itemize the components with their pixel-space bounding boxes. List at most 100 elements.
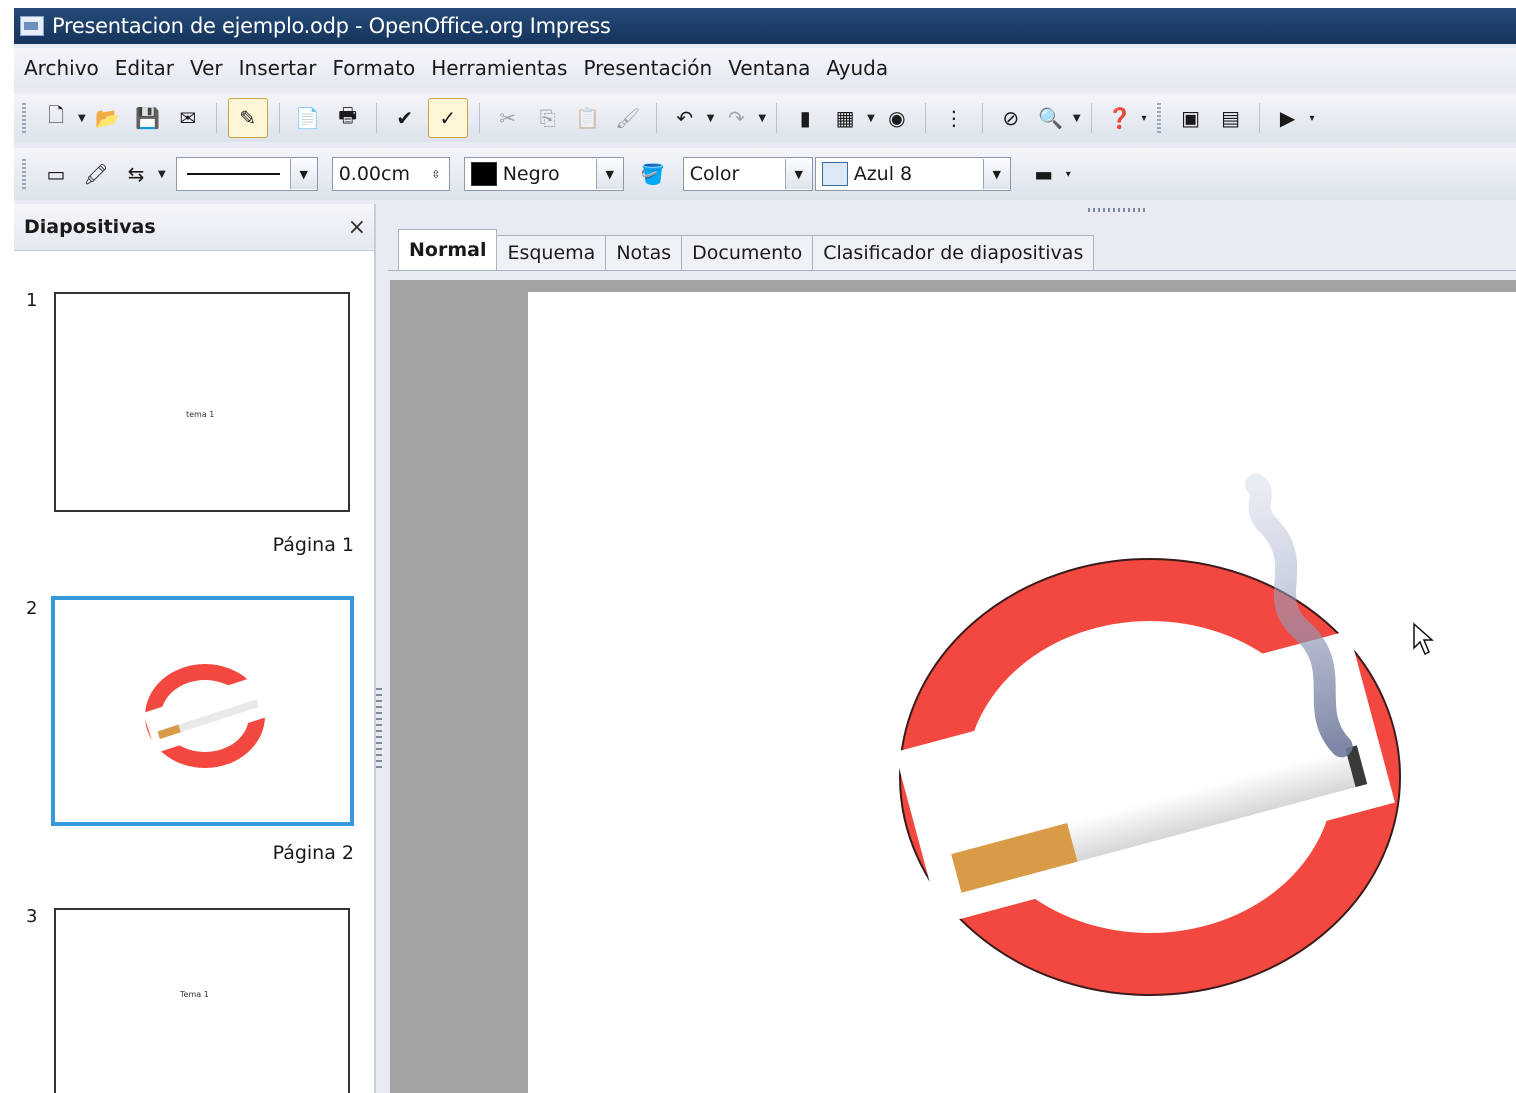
menu-herramientas[interactable]: Herramientas — [431, 56, 567, 80]
undo-icon[interactable]: ↶ — [668, 101, 702, 135]
zoom-icon[interactable]: 🔍 — [1034, 101, 1068, 135]
pane-splitter-handle[interactable] — [376, 688, 382, 768]
line-width-value: 0.00cm — [338, 163, 410, 185]
tab-esquema[interactable]: Esquema — [496, 235, 607, 270]
application-window: Presentacion de ejemplo.odp - OpenOffice… — [14, 8, 1516, 1093]
line-color-value: Negro — [502, 163, 560, 185]
menu-editar[interactable]: Editar — [115, 56, 174, 80]
new-document-icon[interactable]: 🗋 — [39, 101, 73, 135]
toolbar-grip[interactable] — [1156, 103, 1161, 133]
copy-icon[interactable]: ⎘ — [531, 101, 565, 135]
chart-icon[interactable]: ▮ — [788, 101, 822, 135]
shadow-icon[interactable]: ▬ — [1027, 157, 1061, 191]
tab-documento[interactable]: Documento — [681, 235, 814, 270]
glue-points-icon[interactable]: ▭ — [39, 157, 73, 191]
spin-arrows-icon[interactable]: ⇳ — [423, 159, 449, 189]
menu-presentacion[interactable]: Presentación — [583, 56, 712, 80]
slide-number: 2 — [26, 598, 38, 619]
tab-clasificador[interactable]: Clasificador de diapositivas — [812, 235, 1095, 270]
area-color-select[interactable]: Azul 8 ▼ — [814, 157, 1011, 191]
print-icon[interactable]: 🖶 — [331, 101, 365, 135]
chevron-down-icon[interactable]: ▼ — [595, 159, 623, 189]
arrow-style-dropdown-arrow[interactable]: ▼ — [158, 169, 166, 180]
new-dropdown-arrow[interactable]: ▼ — [78, 113, 86, 124]
slide-label-1: Página 1 — [272, 534, 354, 556]
toolbar-separator — [478, 103, 480, 133]
toolbar-separator — [655, 103, 657, 133]
line-width-spinbox[interactable]: 0.00cm ⇳ — [331, 157, 450, 191]
slides-pane-title: Diapositivas — [24, 216, 156, 238]
fontwork-gallery-icon[interactable]: ◉ — [880, 101, 914, 135]
document-area: Normal Esquema Notas Documento Clasifica… — [388, 204, 1516, 1093]
no-smoking-sign[interactable] — [528, 292, 1516, 1093]
autospellcheck-icon[interactable]: ✓ — [427, 98, 468, 138]
edit-canvas[interactable] — [390, 280, 1516, 1093]
line-style-select[interactable]: ▼ — [175, 157, 318, 191]
slide-show-icon[interactable]: ▶ — [1271, 101, 1305, 135]
line-style-icon[interactable]: 🖍 — [79, 157, 113, 191]
area-color-value: Azul 8 — [853, 163, 913, 185]
line-color-select[interactable]: Negro ▼ — [463, 157, 624, 191]
toolbar-overflow-arrow[interactable]: ▾ — [1066, 169, 1071, 180]
format-paintbrush-icon[interactable]: 🖌 — [611, 101, 645, 135]
slides-pane: Diapositivas × 1 tema 1 Página 1 2 Págin… — [14, 204, 376, 1093]
menu-ayuda[interactable]: Ayuda — [826, 56, 888, 80]
slide-page[interactable] — [528, 292, 1516, 1093]
redo-icon[interactable]: ↷ — [719, 101, 753, 135]
menu-insertar[interactable]: Insertar — [239, 56, 317, 80]
display-views-icon[interactable]: ▣ — [1174, 101, 1208, 135]
slide-thumbnail-2[interactable] — [51, 596, 354, 826]
arrow-style-icon[interactable]: ⇆ — [119, 157, 153, 191]
impress-app-icon — [20, 16, 44, 36]
menu-ver[interactable]: Ver — [190, 56, 223, 80]
paste-icon[interactable]: 📋 — [571, 101, 605, 135]
table-icon[interactable]: ▦ — [828, 101, 862, 135]
redo-dropdown-arrow[interactable]: ▼ — [758, 113, 766, 124]
slide-thumbnail-3[interactable]: Tema 1 — [54, 908, 350, 1093]
menu-bar: Archivo Editar Ver Insertar Formato Herr… — [14, 48, 1516, 88]
zoom-dropdown-arrow[interactable]: ▼ — [1073, 113, 1081, 124]
slide-number: 3 — [26, 906, 38, 927]
toolbar-dock-handle[interactable] — [1088, 208, 1148, 212]
export-pdf-icon[interactable]: 📄 — [291, 101, 325, 135]
menu-archivo[interactable]: Archivo — [24, 56, 99, 80]
area-fill-icon[interactable]: 🪣 — [636, 157, 670, 191]
mouse-pointer-icon — [1413, 622, 1434, 656]
toolbar-grip[interactable] — [22, 103, 26, 133]
tab-underline — [388, 270, 1516, 271]
line-style-sample — [186, 173, 280, 175]
cut-icon[interactable]: ✂ — [491, 101, 525, 135]
tab-notas[interactable]: Notas — [605, 235, 683, 270]
slide-label-2: Página 2 — [272, 842, 354, 864]
tab-normal[interactable]: Normal — [398, 229, 498, 270]
open-folder-icon[interactable]: 📂 — [91, 101, 125, 135]
toolbar-overflow-arrow[interactable]: ▾ — [1142, 113, 1147, 124]
standard-toolbar: 🗋 ▼ 📂 💾 ✉ ✎ 📄 🖶 ✔ ✓ ✂ ⎘ 📋 🖌 ↶ ▼ ↷ ▼ ▮ ▦ ▼ ◉ … — [14, 94, 1516, 142]
navigator-icon[interactable]: ⊘ — [994, 101, 1028, 135]
toolbar-separator — [215, 103, 217, 133]
spellcheck-icon[interactable]: ✔ — [388, 101, 422, 135]
send-document-icon[interactable]: ✉ — [171, 101, 205, 135]
window-title: Presentacion de ejemplo.odp - OpenOffice… — [52, 14, 611, 38]
line-filling-toolbar: ▭ 🖍 ⇆ ▼ ▼ 0.00cm ⇳ Negro ▼ 🪣 Color ▼ Azul… — [14, 148, 1516, 200]
menu-ventana[interactable]: Ventana — [728, 56, 810, 80]
area-style-select[interactable]: Color ▼ — [682, 157, 813, 191]
toolbar-grip[interactable] — [22, 159, 26, 189]
slide-design-icon[interactable]: ▤ — [1214, 101, 1248, 135]
menu-formato[interactable]: Formato — [332, 56, 415, 80]
save-icon[interactable]: 💾 — [131, 101, 165, 135]
toolbar-separator — [278, 103, 280, 133]
table-dropdown-arrow[interactable]: ▼ — [867, 113, 875, 124]
undo-dropdown-arrow[interactable]: ▼ — [707, 113, 715, 124]
chevron-down-icon[interactable]: ▼ — [289, 159, 317, 189]
toolbar-overflow-arrow[interactable]: ▾ — [1310, 113, 1315, 124]
help-icon[interactable]: ❓ — [1103, 101, 1137, 135]
edit-file-icon[interactable]: ✎ — [227, 98, 268, 138]
close-icon[interactable]: × — [348, 215, 366, 240]
toolbar-separator — [924, 103, 926, 133]
title-bar: Presentacion de ejemplo.odp - OpenOffice… — [14, 8, 1516, 44]
grid-icon[interactable]: ⋮ — [937, 101, 971, 135]
chevron-down-icon[interactable]: ▼ — [982, 159, 1010, 189]
chevron-down-icon[interactable]: ▼ — [784, 159, 812, 189]
slide-thumbnail-1[interactable]: tema 1 — [54, 292, 350, 512]
